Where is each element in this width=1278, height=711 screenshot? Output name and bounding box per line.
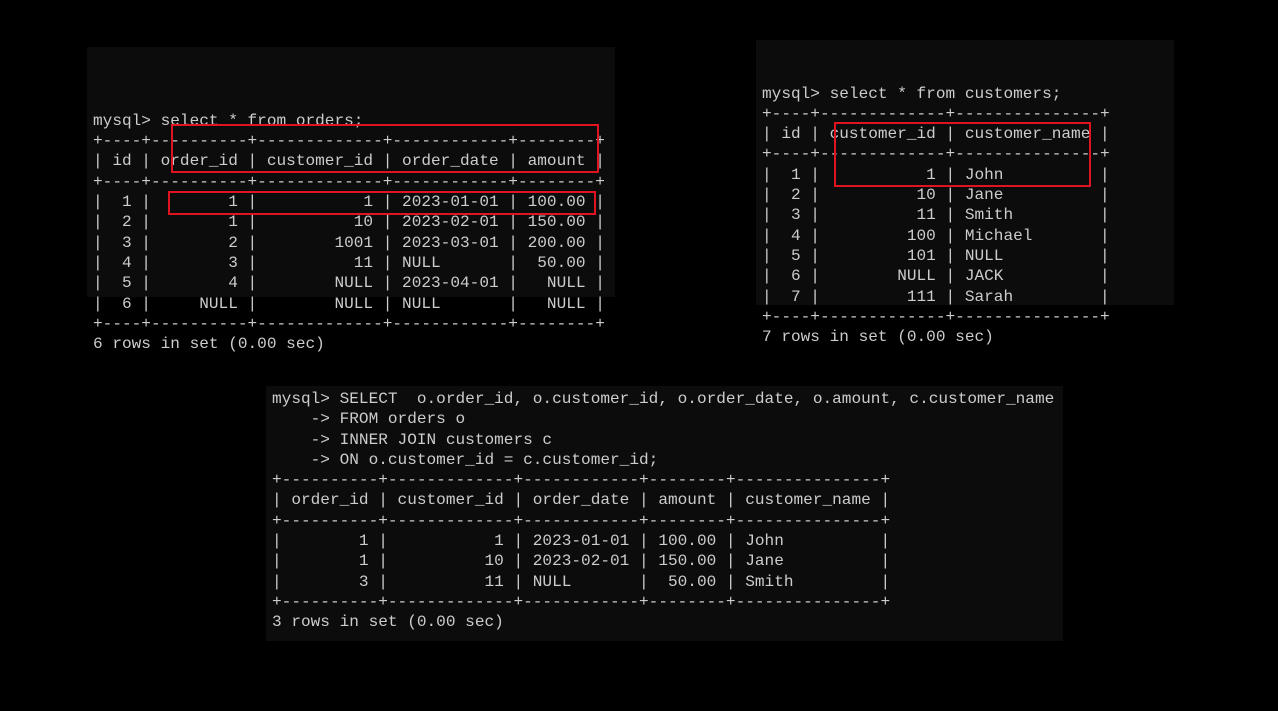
table-row: | 4 | 3 | 11 | NULL | 50.00 | bbox=[93, 253, 605, 272]
inner-join-query-output: mysql> SELECT o.order_id, o.customer_id,… bbox=[266, 386, 1063, 641]
command-line: -> INNER JOIN customers c bbox=[272, 430, 553, 449]
table-border: +----+----------+-------------+---------… bbox=[93, 314, 605, 333]
table-row: | 5 | 4 | NULL | 2023-04-01 | NULL | bbox=[93, 274, 605, 293]
orders-query-output: mysql> select * from orders; +----+------… bbox=[87, 47, 615, 353]
command-line: mysql> select * from customers; bbox=[762, 84, 1062, 103]
table-row: | 6 | NULL | NULL | NULL | NULL | bbox=[93, 294, 605, 313]
result-footer: 7 rows in set (0.00 sec) bbox=[762, 328, 994, 347]
table-row: | 7 | 111 | Sarah | bbox=[762, 287, 1110, 306]
table-row: | 5 | 101 | NULL | bbox=[762, 246, 1110, 265]
customers-query-output: mysql> select * from customers; +----+---… bbox=[756, 40, 1174, 346]
table-row: | 2 | 1 | 10 | 2023-02-01 | 150.00 | bbox=[93, 213, 605, 232]
table-row: | 6 | NULL | JACK | bbox=[762, 267, 1110, 286]
table-border: +----------+-------------+------------+-… bbox=[272, 471, 891, 490]
result-footer: 6 rows in set (0.00 sec) bbox=[93, 335, 325, 354]
command-line: mysql> SELECT o.order_id, o.customer_id,… bbox=[272, 390, 1055, 408]
table-border: +----+----------+-------------+---------… bbox=[93, 172, 605, 191]
command-line: -> ON o.customer_id = c.customer_id; bbox=[272, 450, 659, 469]
table-border: +----------+-------------+------------+-… bbox=[272, 592, 891, 611]
table-row: | 3 | 2 | 1001 | 2023-03-01 | 200.00 | bbox=[93, 233, 605, 252]
highlight-box-matched-order-4 bbox=[168, 191, 596, 215]
result-footer: 3 rows in set (0.00 sec) bbox=[272, 613, 504, 632]
table-row: | 1 | 1 | 2023-01-01 | 100.00 | John | bbox=[272, 532, 891, 551]
table-row: | 3 | 11 | Smith | bbox=[762, 206, 1110, 225]
table-row: | 1 | 10 | 2023-02-01 | 150.00 | Jane | bbox=[272, 552, 891, 571]
highlight-box-matched-customers bbox=[834, 122, 1091, 187]
table-header: | order_id | customer_id | order_date | … bbox=[272, 491, 891, 510]
table-row: | 3 | 11 | NULL | 50.00 | Smith | bbox=[272, 572, 891, 591]
table-border: +----+-------------+---------------+ bbox=[762, 307, 1110, 326]
highlight-box-matched-orders bbox=[171, 124, 599, 173]
table-border: +----------+-------------+------------+-… bbox=[272, 511, 891, 530]
table-row: | 4 | 100 | Michael | bbox=[762, 226, 1110, 245]
command-line: -> FROM orders o bbox=[272, 410, 466, 429]
table-row: | 2 | 10 | Jane | bbox=[762, 186, 1110, 205]
